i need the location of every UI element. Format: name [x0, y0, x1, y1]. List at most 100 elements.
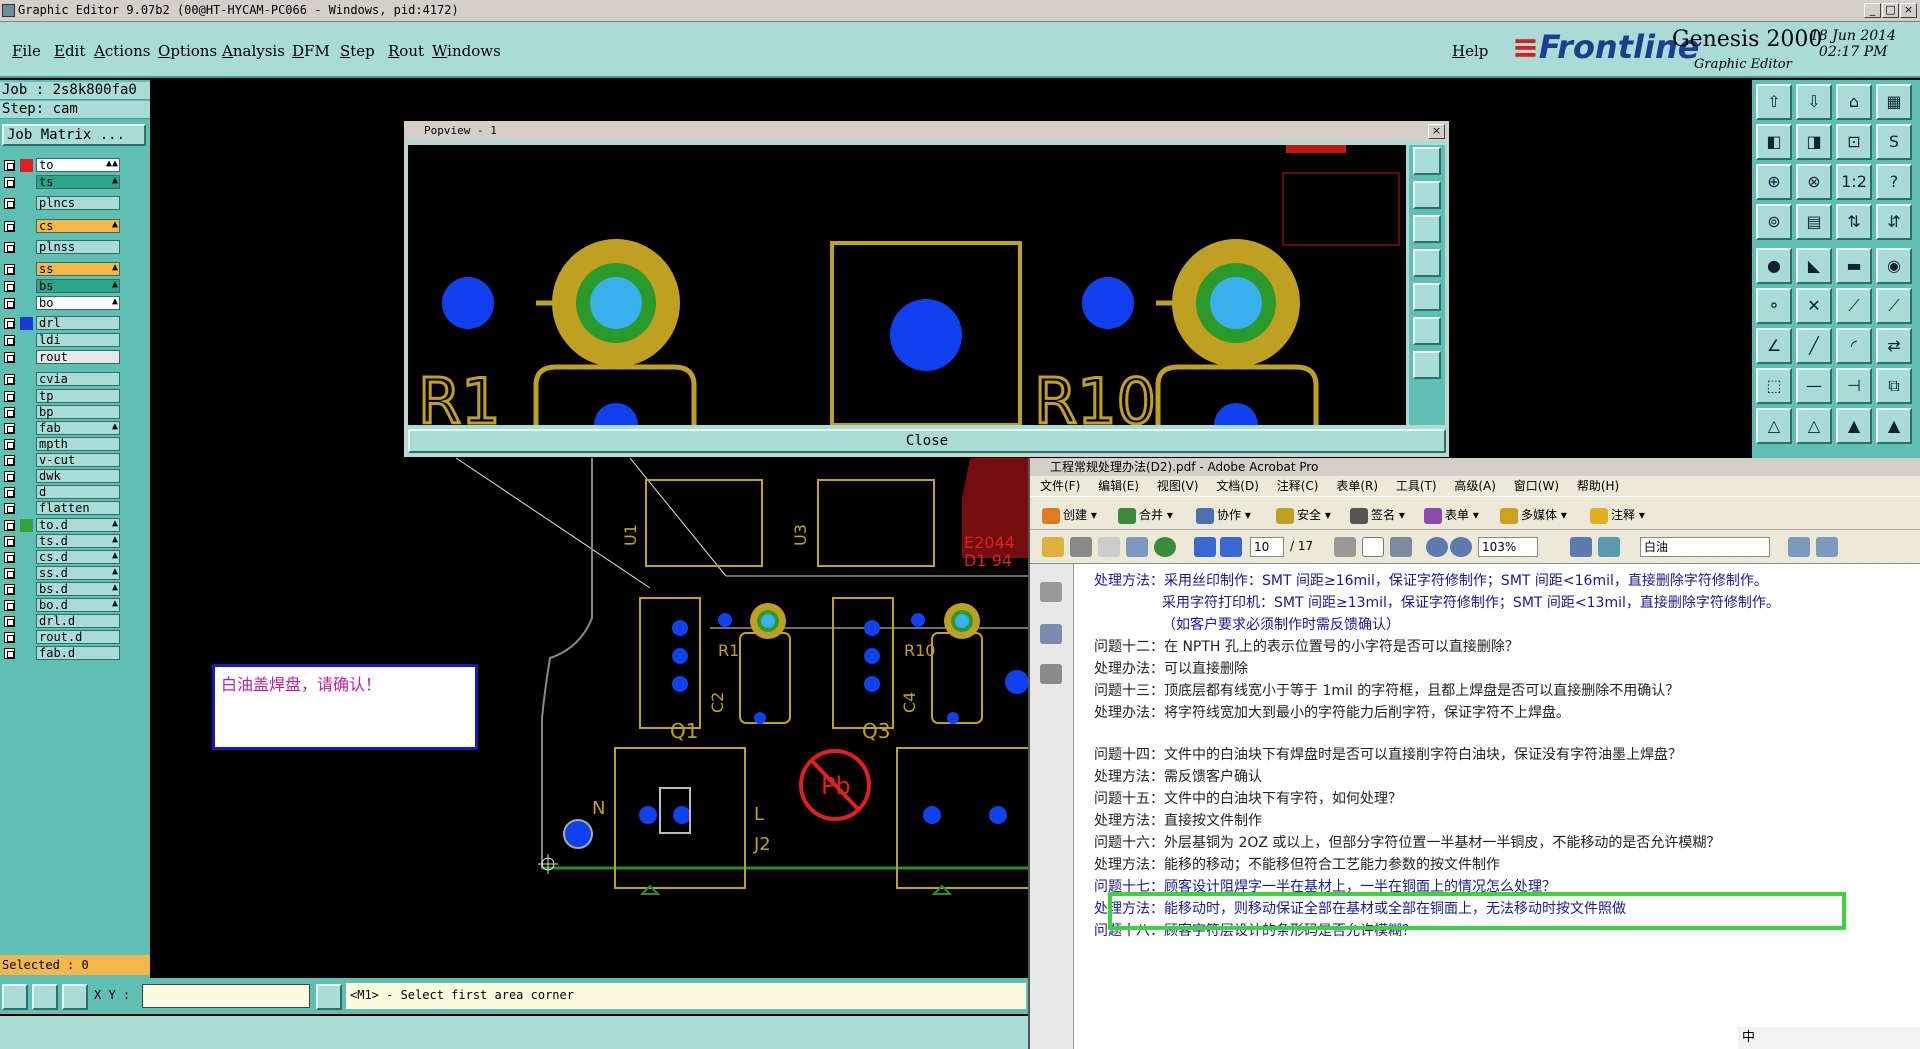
flip-icon[interactable]: ⇄ [1876, 328, 1912, 364]
layer-name[interactable]: d [36, 485, 120, 499]
web-icon[interactable] [1154, 537, 1176, 557]
menu-step[interactable]: Step [340, 42, 375, 60]
full-screen-icon[interactable] [1598, 537, 1620, 557]
pan-up-icon[interactable] [1413, 181, 1441, 209]
layer-row[interactable]: ts.d ▲ [0, 534, 120, 549]
layer-name[interactable]: mpth [36, 437, 120, 451]
layer-row[interactable]: rout.d [0, 630, 120, 645]
layer-row[interactable]: cvia [0, 372, 120, 387]
combine-button[interactable]: 合并 ▾ [1118, 506, 1173, 524]
pan-left-icon[interactable] [1413, 249, 1441, 277]
layer-checkbox[interactable] [4, 520, 15, 531]
layer-row[interactable]: ss ▲ [0, 262, 120, 277]
menu-actions[interactable]: Actions [94, 42, 150, 60]
connect-icon[interactable]: ⟋ [1836, 288, 1872, 324]
layer-name[interactable]: bs [36, 279, 120, 293]
layer-name[interactable]: dwk [36, 469, 120, 483]
home-icon[interactable]: ⌂ [1836, 84, 1872, 120]
layer-name[interactable]: drl.d [36, 614, 120, 628]
find-next-icon[interactable] [1816, 537, 1838, 557]
scale-icon[interactable]: 1:2 [1836, 164, 1872, 200]
pdf-page[interactable]: 处理方法：采用丝印制作：SMT 间距≥16mil，保证字符修制作；SMT 间距<… [1074, 564, 1920, 1049]
s-icon[interactable]: S [1876, 124, 1912, 160]
h-line-icon[interactable]: — [1796, 368, 1832, 404]
cross-icon[interactable]: ✕ [1796, 288, 1832, 324]
zoom-in-icon[interactable] [1450, 537, 1472, 557]
zoom-icon[interactable]: ⊗ [1796, 164, 1832, 200]
arc-icon[interactable]: ◜ [1836, 328, 1872, 364]
layer-checkbox[interactable] [4, 242, 15, 253]
layer-row[interactable]: fab ▲ [0, 421, 120, 436]
layer-row[interactable]: fab.d [0, 646, 120, 661]
prev-page-icon[interactable] [1194, 537, 1216, 557]
layer-row[interactable]: plnss [0, 240, 120, 255]
layer-name[interactable]: plnss [36, 240, 120, 254]
pan-down-icon[interactable] [1413, 215, 1441, 243]
minimize-button[interactable]: _ [1864, 3, 1881, 18]
help-icon[interactable]: ? [1876, 164, 1912, 200]
layer-checkbox[interactable] [4, 584, 15, 595]
acro-menu-tools[interactable]: 工具(T) [1396, 479, 1437, 493]
layer-checkbox[interactable] [4, 177, 15, 188]
measure-icon[interactable]: ⇅ [1836, 204, 1872, 240]
layer-name[interactable]: bs.d [36, 582, 120, 596]
layer-checkbox[interactable] [4, 352, 15, 363]
snap-icon[interactable]: ⊚ [1756, 204, 1792, 240]
layer-row[interactable]: drl.d [0, 614, 120, 629]
line-icon[interactable]: ╱ [1796, 328, 1832, 364]
split-icon[interactable]: ⊣ [1836, 368, 1872, 404]
layer-row[interactable]: ldi [0, 333, 120, 348]
layer-row[interactable]: flatten [0, 501, 120, 516]
edit-mode-icon[interactable] [32, 984, 58, 1010]
open-step-icon[interactable]: ⇧ [1756, 84, 1792, 120]
save-icon[interactable] [1098, 537, 1120, 557]
layer-checkbox[interactable] [4, 335, 15, 346]
info-icon[interactable] [316, 984, 342, 1010]
layer-row[interactable]: mpth [0, 437, 120, 452]
layer-row[interactable]: plncs [0, 196, 120, 211]
layer-name[interactable]: bo.d [36, 598, 120, 612]
annotation-note[interactable]: 白油盖焊盘，请确认！ [212, 664, 478, 750]
bookmarks-icon[interactable] [1040, 624, 1062, 644]
email-icon[interactable] [1126, 537, 1148, 557]
measure2-icon[interactable]: ⇵ [1876, 204, 1912, 240]
layer-name[interactable]: rout.d [36, 630, 120, 644]
next-page-icon[interactable] [1220, 537, 1242, 557]
layer-name[interactable]: fab.d [36, 646, 120, 660]
menu-edit[interactable]: Edit [54, 42, 85, 60]
layer-name[interactable]: ts [36, 175, 120, 189]
layer-checkbox[interactable] [4, 503, 15, 514]
layer-name[interactable]: bo [36, 296, 120, 310]
pan-right-icon[interactable] [1413, 283, 1441, 311]
menu-file[interactable]: File [12, 42, 41, 60]
fit-icon[interactable]: ⊕ [1756, 164, 1792, 200]
layer-row[interactable]: bp [0, 405, 120, 420]
layer-checkbox[interactable] [4, 298, 15, 309]
layer-checkbox[interactable] [4, 374, 15, 385]
signatures-icon[interactable] [1040, 664, 1062, 684]
zoom-out-icon[interactable] [1426, 537, 1448, 557]
secure-button[interactable]: 安全 ▾ [1276, 506, 1331, 524]
forms-button[interactable]: 表单 ▾ [1424, 506, 1479, 524]
layer-name[interactable]: ts.d [36, 534, 120, 548]
layer-checkbox[interactable] [4, 318, 15, 329]
layer-name[interactable]: cvia [36, 372, 120, 386]
layer-row[interactable]: to ▲▲ [0, 158, 120, 173]
acro-menu-edit[interactable]: 编辑(E) [1098, 479, 1139, 493]
acro-menu-document[interactable]: 文档(D) [1216, 479, 1259, 493]
layer-name[interactable]: rout [36, 350, 120, 364]
layer-checkbox[interactable] [4, 568, 15, 579]
create-button[interactable]: 创建 ▾ [1042, 506, 1097, 524]
zoom-out-icon[interactable] [1413, 351, 1441, 379]
layout-icon[interactable]: ▦ [1876, 84, 1912, 120]
layer-name[interactable]: to.d [36, 518, 120, 532]
layer-name[interactable]: tp [36, 389, 120, 403]
layer-name[interactable]: plncs [36, 196, 120, 210]
maximize-button[interactable]: □ [1882, 3, 1899, 18]
menu-analysis[interactable]: Analysis [222, 42, 285, 60]
layer-checkbox[interactable] [4, 616, 15, 627]
move-right-icon[interactable]: ◨ [1796, 124, 1832, 160]
open-folder-icon[interactable] [1042, 537, 1064, 557]
comment-button[interactable]: 注释 ▾ [1590, 506, 1645, 524]
layer-checkbox[interactable] [4, 423, 15, 434]
